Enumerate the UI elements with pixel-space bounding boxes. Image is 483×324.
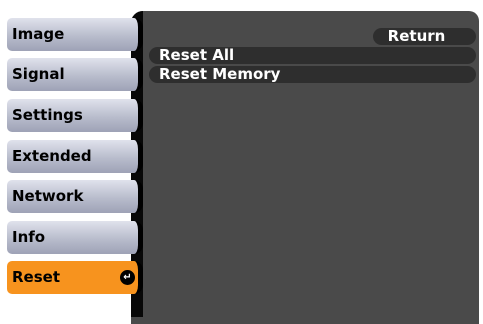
menu-item-image[interactable]: Image (7, 18, 143, 51)
menu-item-settings[interactable]: Settings (7, 99, 143, 132)
enter-icon: ↵ (120, 270, 135, 285)
menu-item-info[interactable]: Info (7, 221, 143, 254)
menu-item-label: Network (12, 187, 84, 205)
menu-item-extended[interactable]: Extended (7, 140, 143, 173)
menu-item-signal[interactable]: Signal (7, 58, 143, 91)
menu-item-label: Settings (12, 106, 83, 124)
menu-item-reset[interactable]: Reset ↵ (7, 261, 143, 294)
menu-item-label: Extended (12, 147, 92, 165)
option-reset-memory[interactable]: Reset Memory (149, 66, 476, 83)
menu-item-network[interactable]: Network (7, 180, 143, 213)
return-button[interactable]: Return (373, 28, 476, 45)
option-label: Reset Memory (159, 65, 281, 83)
option-reset-all[interactable]: Reset All (149, 47, 476, 64)
menu-item-label: Reset (12, 268, 60, 286)
option-label: Reset All (159, 46, 235, 64)
menu-item-label: Info (12, 228, 46, 246)
projector-menu-screen: Image Signal Settings Extended Network I… (0, 0, 483, 324)
menu-item-label: Signal (12, 65, 65, 83)
menu-item-label: Image (12, 25, 65, 43)
